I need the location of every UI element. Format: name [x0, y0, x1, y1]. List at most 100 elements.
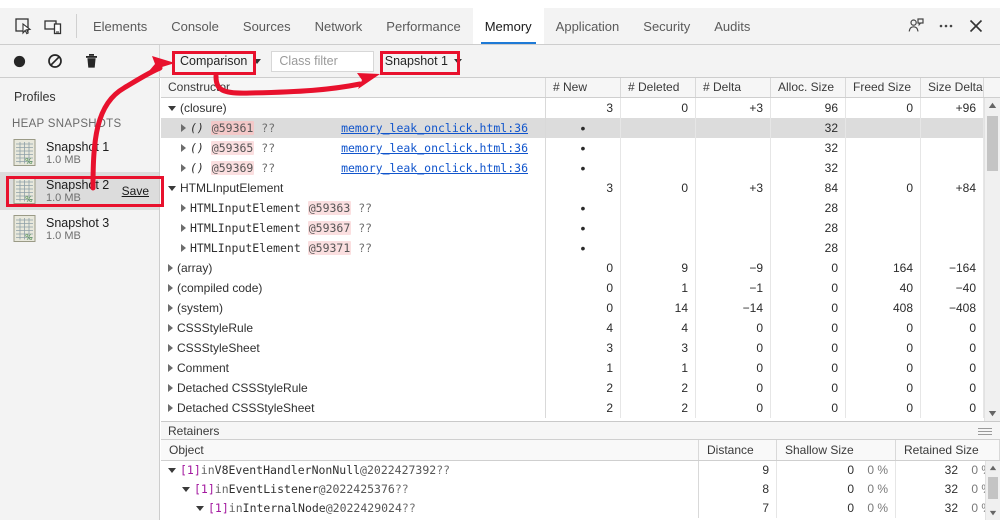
- snapshot-item-1[interactable]: % Snapshot 1 1.0 MB: [0, 134, 159, 172]
- tab-label: Network: [314, 18, 363, 34]
- grid-cell-sizedelta: [921, 218, 984, 238]
- instance-prefix: (): [190, 161, 204, 175]
- grid-vertical-scrollbar[interactable]: [984, 98, 1000, 421]
- grid-row[interactable]: HTMLInputElement @59363 ?? • 28: [161, 198, 1000, 218]
- grid-column-header-6[interactable]: Size Delta: [921, 78, 984, 97]
- triangle-collapsed-icon[interactable]: [181, 204, 186, 212]
- grid-column-header-2[interactable]: # Deleted: [621, 78, 696, 97]
- object-id: @59369: [210, 161, 255, 175]
- retainers-row[interactable]: [1] in V8EventHandlerNonNull @2022427392…: [161, 461, 1000, 480]
- grid-row[interactable]: () @59361 ?? memory_leak_onclick.html:36 •…: [161, 118, 1000, 138]
- grid-column-header-1[interactable]: # New: [546, 78, 621, 97]
- grid-row[interactable]: Detached CSSStyleRule 2 2 0 0 0 0: [161, 378, 1000, 398]
- retainers-scroll-down-arrow-icon[interactable]: [986, 506, 1000, 520]
- grid-column-header-3[interactable]: # Delta: [696, 78, 771, 97]
- resize-grip-icon[interactable]: [978, 428, 992, 437]
- triangle-collapsed-icon[interactable]: [168, 284, 173, 292]
- grid-row[interactable]: Comment 1 1 0 0 0 0: [161, 358, 1000, 378]
- triangle-collapsed-icon[interactable]: [168, 264, 173, 272]
- triangle-collapsed-icon[interactable]: [168, 404, 173, 412]
- triangle-collapsed-icon[interactable]: [181, 164, 186, 172]
- grid-cell-deleted: 2: [621, 378, 696, 398]
- grid-row[interactable]: (compiled code) 0 1 −1 0 40 −40: [161, 278, 1000, 298]
- grid-column-header-4[interactable]: Alloc. Size: [771, 78, 846, 97]
- account-icon[interactable]: [902, 12, 930, 40]
- more-options-icon[interactable]: [932, 12, 960, 40]
- object-unknown-marker: ??: [261, 161, 276, 175]
- tab-security[interactable]: Security: [631, 8, 702, 44]
- retainers-scroll-up-arrow-icon[interactable]: [986, 461, 1000, 475]
- triangle-expanded-icon[interactable]: [168, 105, 176, 111]
- snapshot-item-2[interactable]: % Snapshot 2 1.0 MB Save: [0, 172, 159, 210]
- grid-row[interactable]: (closure) 3 0 +3 96 0 +96: [161, 98, 1000, 118]
- close-icon[interactable]: [962, 12, 990, 40]
- retainers-column-header-3[interactable]: Retained Size: [896, 440, 1000, 460]
- baseline-select[interactable]: Snapshot 1: [378, 51, 467, 71]
- tab-elements[interactable]: Elements: [81, 8, 159, 44]
- tab-application[interactable]: Application: [544, 8, 632, 44]
- triangle-expanded-icon[interactable]: [168, 468, 176, 473]
- triangle-collapsed-icon[interactable]: [168, 384, 173, 392]
- grid-cell-delta: [696, 218, 771, 238]
- class-filter-input[interactable]: Class filter: [271, 50, 374, 72]
- constructor-label: CSSStyleSheet: [177, 341, 260, 355]
- grid-row[interactable]: () @59365 ?? memory_leak_onclick.html:36 •…: [161, 138, 1000, 158]
- grid-row[interactable]: CSSStyleRule 4 4 0 0 0 0: [161, 318, 1000, 338]
- tab-audits[interactable]: Audits: [702, 8, 762, 44]
- retainers-row[interactable]: [1] in InternalNode @2022429024 ?? 7 0 0 % 3…: [161, 499, 1000, 518]
- retainers-column-header-2[interactable]: Shallow Size: [777, 440, 896, 460]
- retainers-scroll-thumb[interactable]: [988, 477, 998, 499]
- clear-icon[interactable]: [44, 50, 66, 72]
- triangle-expanded-icon[interactable]: [182, 487, 190, 492]
- triangle-collapsed-icon[interactable]: [181, 124, 186, 132]
- scroll-down-arrow-icon[interactable]: [985, 406, 1000, 421]
- grid-row[interactable]: HTMLInputElement 3 0 +3 84 0 +84: [161, 178, 1000, 198]
- scroll-up-arrow-icon[interactable]: [985, 98, 1000, 113]
- triangle-collapsed-icon[interactable]: [181, 244, 186, 252]
- constructor-label: Detached CSSStyleSheet: [177, 401, 315, 415]
- tab-console[interactable]: Console: [159, 8, 231, 44]
- triangle-collapsed-icon[interactable]: [168, 304, 173, 312]
- grid-row[interactable]: Detached CSSStyleSheet 2 2 0 0 0 0: [161, 398, 1000, 418]
- triangle-collapsed-icon[interactable]: [181, 224, 186, 232]
- grid-column-header-5[interactable]: Freed Size: [846, 78, 921, 97]
- source-link[interactable]: memory_leak_onclick.html:36: [341, 118, 538, 138]
- triangle-collapsed-icon[interactable]: [168, 344, 173, 352]
- tab-sources[interactable]: Sources: [231, 8, 303, 44]
- grid-row[interactable]: HTMLInputElement @59367 ?? • 28: [161, 218, 1000, 238]
- grid-row[interactable]: HTMLInputElement @59371 ?? • 28: [161, 238, 1000, 258]
- retainers-row[interactable]: [1] in EventListener @2022425376 ?? 8 0 0 %…: [161, 480, 1000, 499]
- triangle-expanded-icon[interactable]: [196, 506, 204, 511]
- grid-cell-delta: −9: [696, 258, 771, 278]
- retainers-column-header-1[interactable]: Distance: [699, 440, 777, 460]
- grid-cell-freed: 0: [846, 378, 921, 398]
- snapshot-text: Snapshot 1 1.0 MB: [46, 140, 153, 167]
- trash-icon[interactable]: [80, 50, 102, 72]
- grid-row[interactable]: (system) 0 14 −14 0 408 −408: [161, 298, 1000, 318]
- triangle-collapsed-icon[interactable]: [168, 324, 173, 332]
- triangle-collapsed-icon[interactable]: [181, 144, 186, 152]
- grid-row[interactable]: (array) 0 9 −9 0 164 −164: [161, 258, 1000, 278]
- grid-row[interactable]: () @59369 ?? memory_leak_onclick.html:36 •…: [161, 158, 1000, 178]
- record-icon[interactable]: [8, 50, 30, 72]
- retainers-vertical-scrollbar[interactable]: [985, 461, 1000, 520]
- source-link[interactable]: memory_leak_onclick.html:36: [341, 158, 538, 178]
- grid-row[interactable]: CSSStyleSheet 3 3 0 0 0 0: [161, 338, 1000, 358]
- tab-performance[interactable]: Performance: [374, 8, 472, 44]
- snapshot-item-3[interactable]: % Snapshot 3 1.0 MB: [0, 210, 159, 248]
- view-select[interactable]: Comparison: [174, 51, 267, 71]
- snapshot-save-link[interactable]: Save: [122, 184, 149, 198]
- retainers-column-header-0[interactable]: Object: [161, 440, 699, 460]
- inspect-cursor-icon[interactable]: [8, 8, 38, 44]
- tab-memory[interactable]: Memory: [472, 8, 544, 44]
- grid-column-header-0[interactable]: Constructor: [161, 78, 546, 97]
- source-link[interactable]: memory_leak_onclick.html:36: [341, 138, 538, 158]
- triangle-expanded-icon[interactable]: [168, 185, 176, 191]
- retainer-shallow-size-value: 0: [847, 482, 854, 496]
- constructor-instance: HTMLInputElement @59363 ??: [190, 198, 372, 218]
- device-toolbar-icon[interactable]: [38, 8, 68, 44]
- triangle-collapsed-icon[interactable]: [168, 364, 173, 372]
- retainer-object-id: @2022429024: [325, 501, 402, 515]
- grid-scroll-thumb[interactable]: [987, 116, 998, 171]
- tab-network[interactable]: Network: [303, 8, 375, 44]
